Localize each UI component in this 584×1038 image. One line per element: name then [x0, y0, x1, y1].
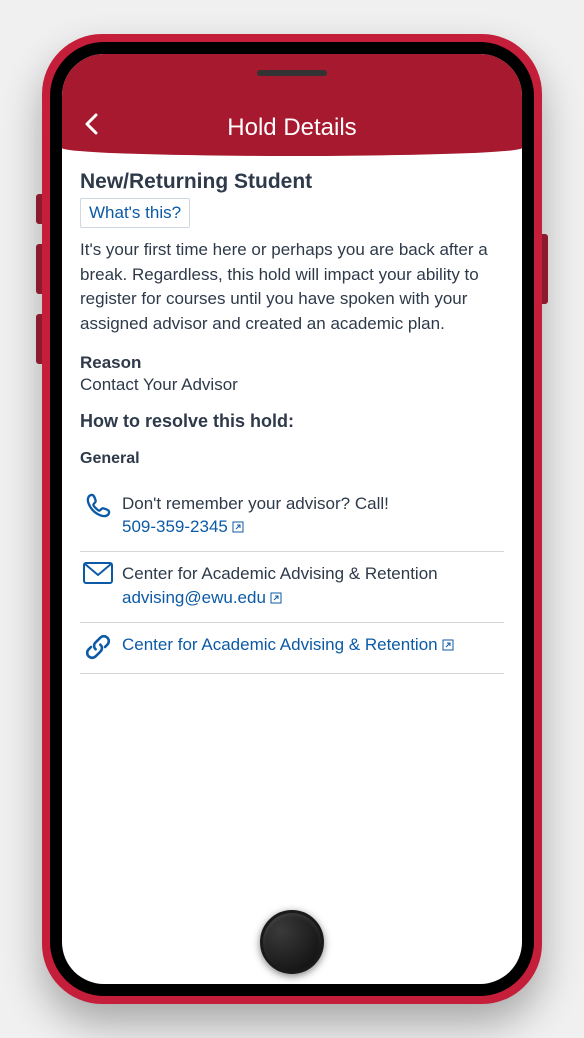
- resolve-heading: How to resolve this hold:: [80, 411, 504, 432]
- main-content: New/Returning Student What's this? It's …: [62, 156, 522, 884]
- reason-value: Contact Your Advisor: [80, 375, 504, 395]
- phone-screen: Hold Details New/Returning Student What'…: [62, 54, 522, 984]
- home-button[interactable]: [260, 910, 324, 974]
- email-contact-label: Center for Academic Advising & Retention: [122, 562, 504, 586]
- email-icon: [80, 562, 116, 584]
- external-link-icon: [232, 521, 244, 533]
- page-title: Hold Details: [78, 114, 506, 142]
- reason-label: Reason: [80, 353, 504, 373]
- phone-side-buttons-right: [542, 234, 548, 304]
- hold-description: It's your first time here or perhaps you…: [80, 238, 504, 337]
- link-icon: [80, 633, 116, 661]
- contact-row-email: Center for Academic Advising & Retention…: [80, 552, 504, 623]
- phone-device-frame: Hold Details New/Returning Student What'…: [42, 34, 542, 1004]
- email-address-text: advising@ewu.edu: [122, 586, 266, 610]
- external-link-icon: [442, 639, 454, 651]
- subsection-general: General: [80, 450, 504, 468]
- website-link[interactable]: Center for Academic Advising & Retention: [122, 633, 454, 657]
- whats-this-button[interactable]: What's this?: [80, 198, 190, 228]
- email-address-link[interactable]: advising@ewu.edu: [122, 586, 282, 610]
- chevron-left-icon: [82, 112, 100, 136]
- external-link-icon: [270, 592, 282, 604]
- hold-title: New/Returning Student: [80, 170, 504, 194]
- back-button[interactable]: [82, 112, 100, 141]
- website-link-text: Center for Academic Advising & Retention: [122, 633, 438, 657]
- phone-number-text: 509-359-2345: [122, 515, 228, 539]
- contact-row-link: Center for Academic Advising & Retention: [80, 623, 504, 674]
- phone-number-link[interactable]: 509-359-2345: [122, 515, 244, 539]
- phone-contact-label: Don't remember your advisor? Call!: [122, 492, 504, 516]
- phone-bezel: Hold Details New/Returning Student What'…: [50, 42, 534, 996]
- phone-speaker: [257, 70, 327, 76]
- phone-icon: [80, 492, 116, 520]
- contact-row-phone: Don't remember your advisor? Call! 509-3…: [80, 482, 504, 553]
- phone-side-buttons-left: [36, 194, 42, 384]
